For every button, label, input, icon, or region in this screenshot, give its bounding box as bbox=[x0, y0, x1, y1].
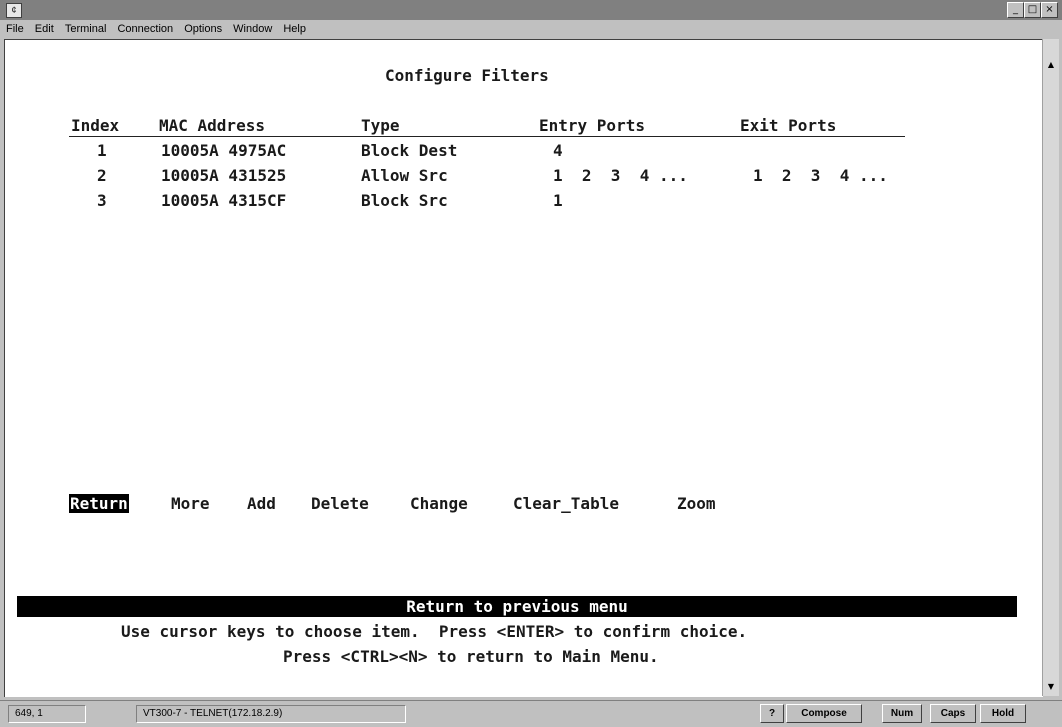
action-zoom[interactable]: Zoom bbox=[677, 494, 716, 513]
maximize-button[interactable]: □ bbox=[1024, 2, 1041, 18]
row-3-type: Block Src bbox=[361, 191, 448, 210]
row-1-type: Block Dest bbox=[361, 141, 458, 160]
column-header-exit-ports: Exit Ports bbox=[740, 116, 837, 135]
row-3-index: 3 bbox=[97, 191, 107, 210]
row-3-entry-ports: 1 bbox=[553, 191, 563, 210]
status-bar: 649, 1 VT300-7 - TELNET(172.18.2.9) ? Co… bbox=[0, 700, 1062, 727]
caps-lock-indicator[interactable]: Caps bbox=[930, 704, 976, 723]
action-return[interactable]: Return bbox=[69, 494, 129, 513]
title-bar[interactable]: ¢ _ □ × bbox=[0, 0, 1062, 20]
menu-help[interactable]: Help bbox=[283, 23, 306, 35]
row-1-index: 1 bbox=[97, 141, 107, 160]
num-lock-indicator[interactable]: Num bbox=[882, 704, 922, 723]
action-clear-table[interactable]: Clear_Table bbox=[513, 494, 619, 513]
close-button[interactable]: × bbox=[1041, 2, 1058, 18]
screen-title: Configure Filters bbox=[385, 66, 549, 85]
menu-connection[interactable]: Connection bbox=[117, 23, 173, 35]
header-underline bbox=[69, 136, 905, 137]
terminal-app-icon[interactable]: ¢ bbox=[6, 3, 22, 18]
action-more[interactable]: More bbox=[171, 494, 210, 513]
menu-edit[interactable]: Edit bbox=[35, 23, 54, 35]
window-controls: _ □ × bbox=[1007, 2, 1058, 18]
hint-main-menu: Press <CTRL><N> to return to Main Menu. bbox=[283, 647, 659, 666]
menu-bar: File Edit Terminal Connection Options Wi… bbox=[0, 20, 1062, 38]
row-2-type: Allow Src bbox=[361, 166, 448, 185]
up-arrow-icon[interactable]: ▲ bbox=[1043, 57, 1059, 73]
column-header-index: Index bbox=[71, 116, 120, 135]
action-add[interactable]: Add bbox=[247, 494, 276, 513]
vertical-scrollbar[interactable]: ▲ ▼ bbox=[1042, 39, 1059, 696]
down-arrow-icon[interactable]: ▼ bbox=[1043, 679, 1059, 695]
hold-indicator[interactable]: Hold bbox=[980, 704, 1026, 723]
help-key-button[interactable]: ? bbox=[760, 704, 784, 723]
menu-file[interactable]: File bbox=[6, 23, 24, 35]
row-1-entry-ports: 4 bbox=[553, 141, 563, 160]
column-header-type: Type bbox=[361, 116, 400, 135]
menu-terminal[interactable]: Terminal bbox=[65, 23, 107, 35]
row-1-mac: 10005A 4975AC bbox=[161, 141, 287, 160]
help-bar: Return to previous menu bbox=[17, 596, 1017, 617]
compose-indicator[interactable]: Compose bbox=[786, 704, 862, 723]
action-delete[interactable]: Delete bbox=[311, 494, 369, 513]
row-2-index: 2 bbox=[97, 166, 107, 185]
column-header-entry-ports: Entry Ports bbox=[539, 116, 645, 135]
menu-window[interactable]: Window bbox=[233, 23, 272, 35]
emulation-info: VT300-7 - TELNET(172.18.2.9) bbox=[136, 705, 406, 723]
row-3-mac: 10005A 4315CF bbox=[161, 191, 287, 210]
cursor-position: 649, 1 bbox=[8, 705, 86, 723]
column-header-mac: MAC Address bbox=[159, 116, 265, 135]
hint-cursor-keys: Use cursor keys to choose item. Press <E… bbox=[121, 622, 748, 641]
row-2-exit-ports: 1 2 3 4 ... bbox=[753, 166, 888, 185]
minimize-button[interactable]: _ bbox=[1007, 2, 1024, 18]
action-change[interactable]: Change bbox=[410, 494, 468, 513]
row-2-entry-ports: 1 2 3 4 ... bbox=[553, 166, 688, 185]
menu-options[interactable]: Options bbox=[184, 23, 222, 35]
row-2-mac: 10005A 431525 bbox=[161, 166, 287, 185]
terminal-screen[interactable]: Configure Filters Index MAC Address Type… bbox=[4, 39, 1043, 697]
